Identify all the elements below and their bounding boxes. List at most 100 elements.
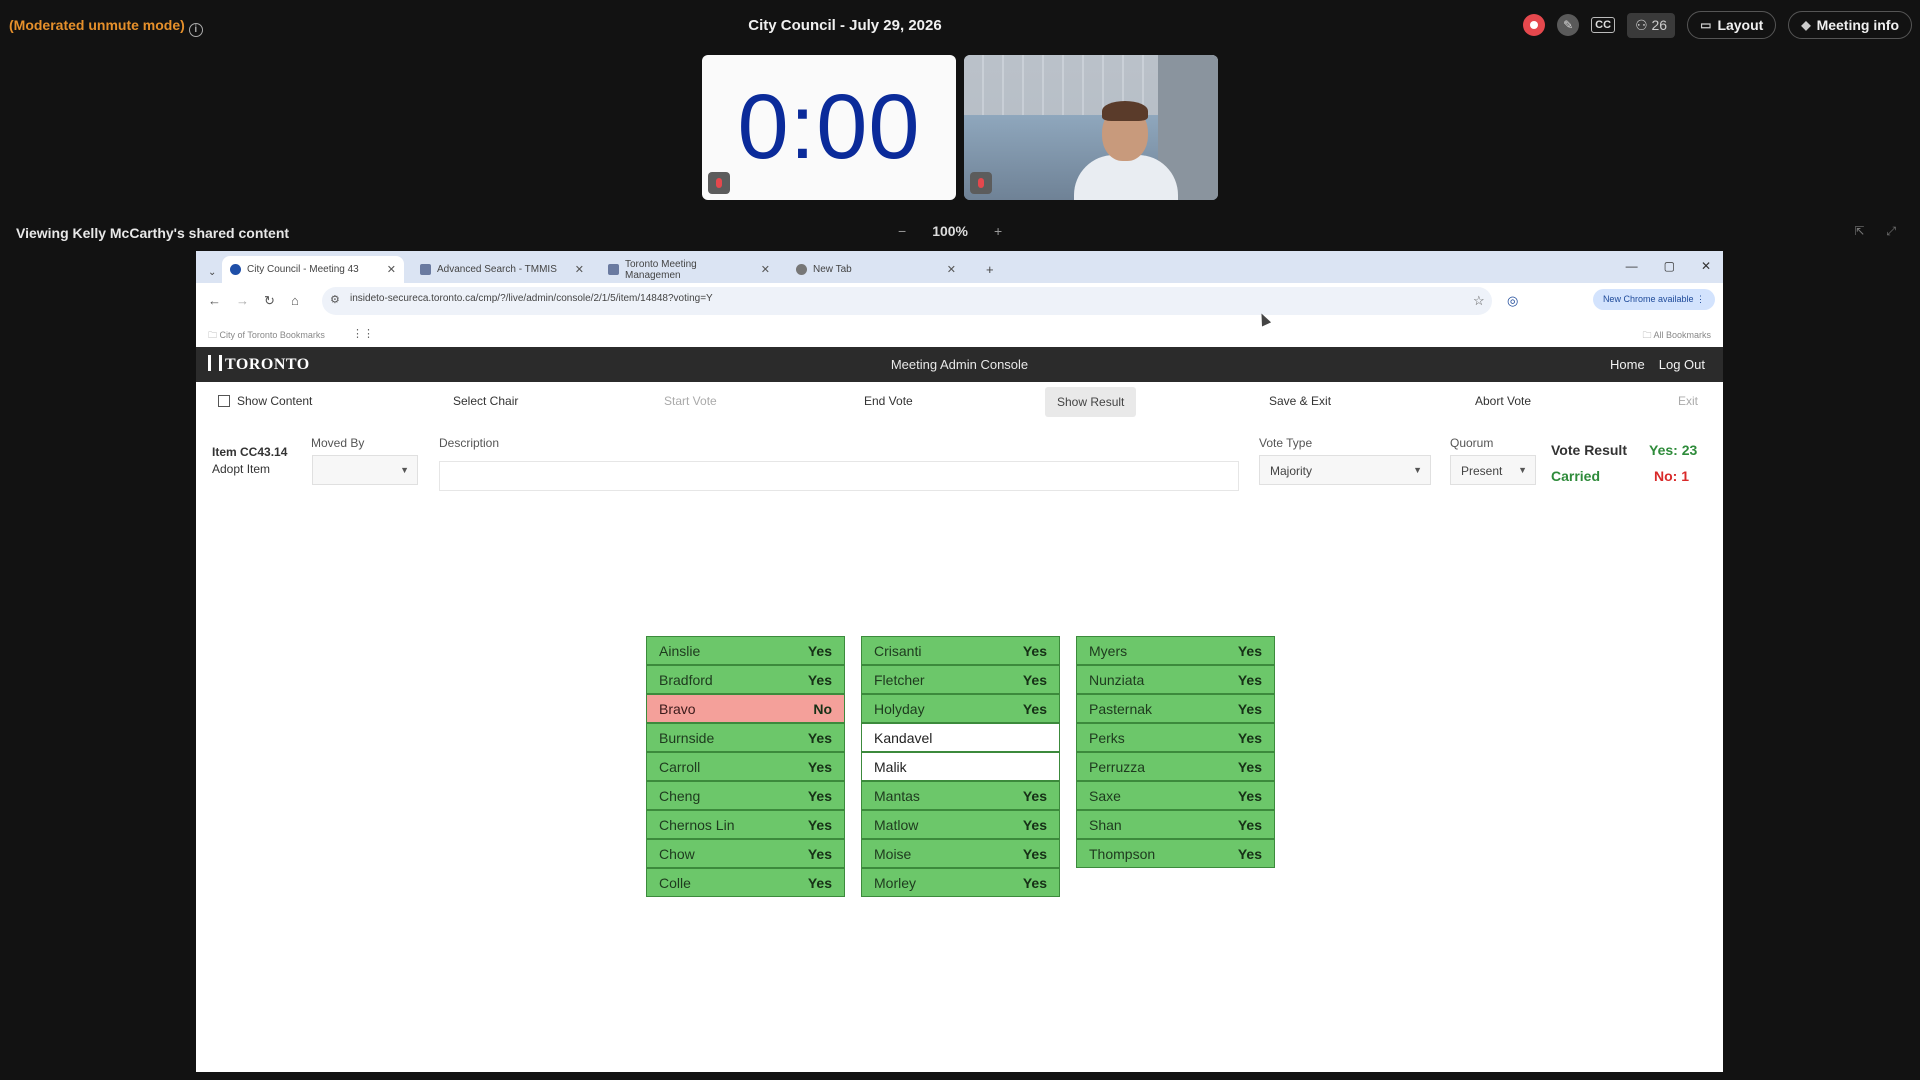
close-icon[interactable]: ✕ xyxy=(575,263,584,276)
councillor-vote-row[interactable]: Burnside Yes xyxy=(646,723,845,752)
councillor-vote-row[interactable]: Malik xyxy=(861,752,1060,781)
councillor-vote-row[interactable]: Holyday Yes xyxy=(861,694,1060,723)
chrome-update-button[interactable]: New Chrome available ⋮ xyxy=(1592,289,1715,310)
show-content-label: Show Content xyxy=(237,394,313,408)
apps-icon[interactable]: ⋮⋮ xyxy=(352,327,374,340)
checkbox[interactable] xyxy=(218,395,230,407)
pop-out-icon[interactable]: ⇱ xyxy=(1854,224,1864,239)
exit-button[interactable]: Exit xyxy=(1678,394,1698,408)
abort-vote-button[interactable]: Abort Vote xyxy=(1475,394,1531,408)
layout-button[interactable]: ▭ Layout xyxy=(1687,11,1777,39)
bookmark-right-label: All Bookmarks xyxy=(1653,330,1711,340)
councillor-vote-row[interactable]: Bradford Yes xyxy=(646,665,845,694)
close-icon[interactable]: ✕ xyxy=(387,263,396,276)
zoom-out-button[interactable]: − xyxy=(898,223,906,239)
vote-value: Yes xyxy=(807,845,832,862)
councillor-vote-row[interactable]: Morley Yes xyxy=(861,868,1060,897)
councillor-vote-row[interactable]: Bravo No xyxy=(646,694,845,723)
councillor-vote-row[interactable]: Perks Yes xyxy=(1076,723,1275,752)
select-chair-button[interactable]: Select Chair xyxy=(453,394,518,408)
page-icon xyxy=(608,264,619,275)
councillor-vote-row[interactable]: Pasternak Yes xyxy=(1076,694,1275,723)
councillor-name: Pasternak xyxy=(1089,700,1153,717)
councillor-vote-row[interactable]: Colle Yes xyxy=(646,868,845,897)
vote-value: Yes xyxy=(807,874,832,891)
councillor-vote-row[interactable]: Ainslie Yes xyxy=(646,636,845,665)
tab-meeting-management[interactable]: Toronto Meeting Managemen ✕ xyxy=(600,256,778,283)
councillor-vote-row[interactable]: Chernos Lin Yes xyxy=(646,810,845,839)
pencil-icon[interactable]: ✎ xyxy=(1557,14,1580,36)
vote-value: Yes xyxy=(1022,671,1047,688)
people-icon: ⚇ xyxy=(1635,16,1648,33)
councillor-vote-row[interactable]: Kandavel xyxy=(861,723,1060,752)
start-vote-button[interactable]: Start Vote xyxy=(664,394,717,408)
recording-icon[interactable] xyxy=(1523,14,1546,36)
councillor-vote-row[interactable]: Perruzza Yes xyxy=(1076,752,1275,781)
maximize-icon[interactable]: ▢ xyxy=(1664,259,1675,273)
councillor-vote-row[interactable]: Matlow Yes xyxy=(861,810,1060,839)
muted-mic-icon xyxy=(708,172,730,194)
councillor-vote-row[interactable]: Shan Yes xyxy=(1076,810,1275,839)
home-link[interactable]: Home xyxy=(1610,357,1645,372)
site-info-icon[interactable]: ⚙ xyxy=(330,293,340,306)
vote-type-value: Majority xyxy=(1270,464,1313,478)
item-id: Item CC43.14 xyxy=(212,445,288,459)
fullscreen-icon[interactable]: ⤢ xyxy=(1886,224,1896,239)
forward-icon[interactable]: → xyxy=(236,293,249,308)
profile-icon[interactable]: ◎ xyxy=(1507,293,1518,309)
councillor-vote-row[interactable]: Chow Yes xyxy=(646,839,845,868)
timer-video-tile[interactable]: 0:00 xyxy=(702,55,956,200)
councillor-vote-row[interactable]: Thompson Yes xyxy=(1076,839,1275,868)
vote-type-select[interactable]: Majority ▼ xyxy=(1259,455,1431,485)
back-icon[interactable]: ← xyxy=(208,293,221,308)
end-vote-button[interactable]: End Vote xyxy=(864,394,913,408)
meeting-info-button[interactable]: ◆ Meeting info xyxy=(1788,11,1912,39)
close-icon[interactable]: ✕ xyxy=(947,263,956,276)
councillor-name: Perks xyxy=(1089,729,1125,746)
bookmark-folder[interactable]: 🗀 City of Toronto Bookmarks xyxy=(208,328,325,344)
participant-video-tile[interactable] xyxy=(964,55,1218,200)
tab-new-tab[interactable]: New Tab ✕ xyxy=(788,256,964,283)
home-icon[interactable]: ⌂ xyxy=(291,293,299,308)
logout-link[interactable]: Log Out xyxy=(1659,357,1705,372)
participants-button[interactable]: ⚇ 26 xyxy=(1627,12,1676,38)
tab-advanced-search[interactable]: Advanced Search - TMMIS ✕ xyxy=(412,256,592,283)
councillor-vote-row[interactable]: Myers Yes xyxy=(1076,636,1275,665)
all-bookmarks[interactable]: 🗀 All Bookmarks xyxy=(1642,328,1711,344)
new-tab-button[interactable]: + xyxy=(978,256,1002,283)
reload-icon[interactable]: ↻ xyxy=(264,293,275,309)
close-window-icon[interactable]: ✕ xyxy=(1701,259,1711,273)
zoom-level: 100% xyxy=(932,223,968,239)
zoom-in-button[interactable]: + xyxy=(994,223,1002,239)
vote-column-1: Ainslie Yes Bradford Yes Bravo No Burnside Yes C… xyxy=(646,636,845,897)
address-bar-row: ← → ↻ ⌂ ⚙ insideto-secureca.toronto.ca/c… xyxy=(196,283,1723,321)
show-result-button[interactable]: Show Result xyxy=(1045,387,1137,417)
save-exit-button[interactable]: Save & Exit xyxy=(1269,394,1331,408)
councillor-name: Chernos Lin xyxy=(659,816,735,833)
councillor-vote-row[interactable]: Nunziata Yes xyxy=(1076,665,1275,694)
councillor-vote-row[interactable]: Fletcher Yes xyxy=(861,665,1060,694)
quorum-select[interactable]: Present ▼ xyxy=(1450,455,1536,485)
moved-by-select[interactable]: ▼ xyxy=(312,455,418,485)
councillor-name: Burnside xyxy=(659,729,715,746)
close-icon[interactable]: ✕ xyxy=(761,263,770,276)
councillor-name: Malik xyxy=(874,758,907,775)
star-icon[interactable]: ☆ xyxy=(1473,293,1485,309)
show-content-toggle[interactable]: Show Content xyxy=(218,394,312,408)
minimize-icon[interactable]: — xyxy=(1626,259,1638,273)
participant-count: 26 xyxy=(1651,16,1668,33)
councillor-name: Ainslie xyxy=(659,642,701,659)
description-field[interactable] xyxy=(439,461,1239,491)
councillor-vote-row[interactable]: Carroll Yes xyxy=(646,752,845,781)
councillor-vote-row[interactable]: Cheng Yes xyxy=(646,781,845,810)
tab-city-council[interactable]: City Council - Meeting 43 ✕ xyxy=(222,256,404,283)
councillor-vote-row[interactable]: Crisanti Yes xyxy=(861,636,1060,665)
councillor-vote-row[interactable]: Moise Yes xyxy=(861,839,1060,868)
tab-list-icon[interactable]: ⌄ xyxy=(200,259,224,286)
councillor-vote-row[interactable]: Saxe Yes xyxy=(1076,781,1275,810)
tab-label: Toronto Meeting Managemen xyxy=(624,258,697,281)
window-controls: — ▢ ✕ xyxy=(1626,259,1711,273)
captions-icon[interactable]: CC xyxy=(1591,17,1616,33)
councillor-vote-row[interactable]: Mantas Yes xyxy=(861,781,1060,810)
vote-value: Yes xyxy=(1022,816,1047,833)
